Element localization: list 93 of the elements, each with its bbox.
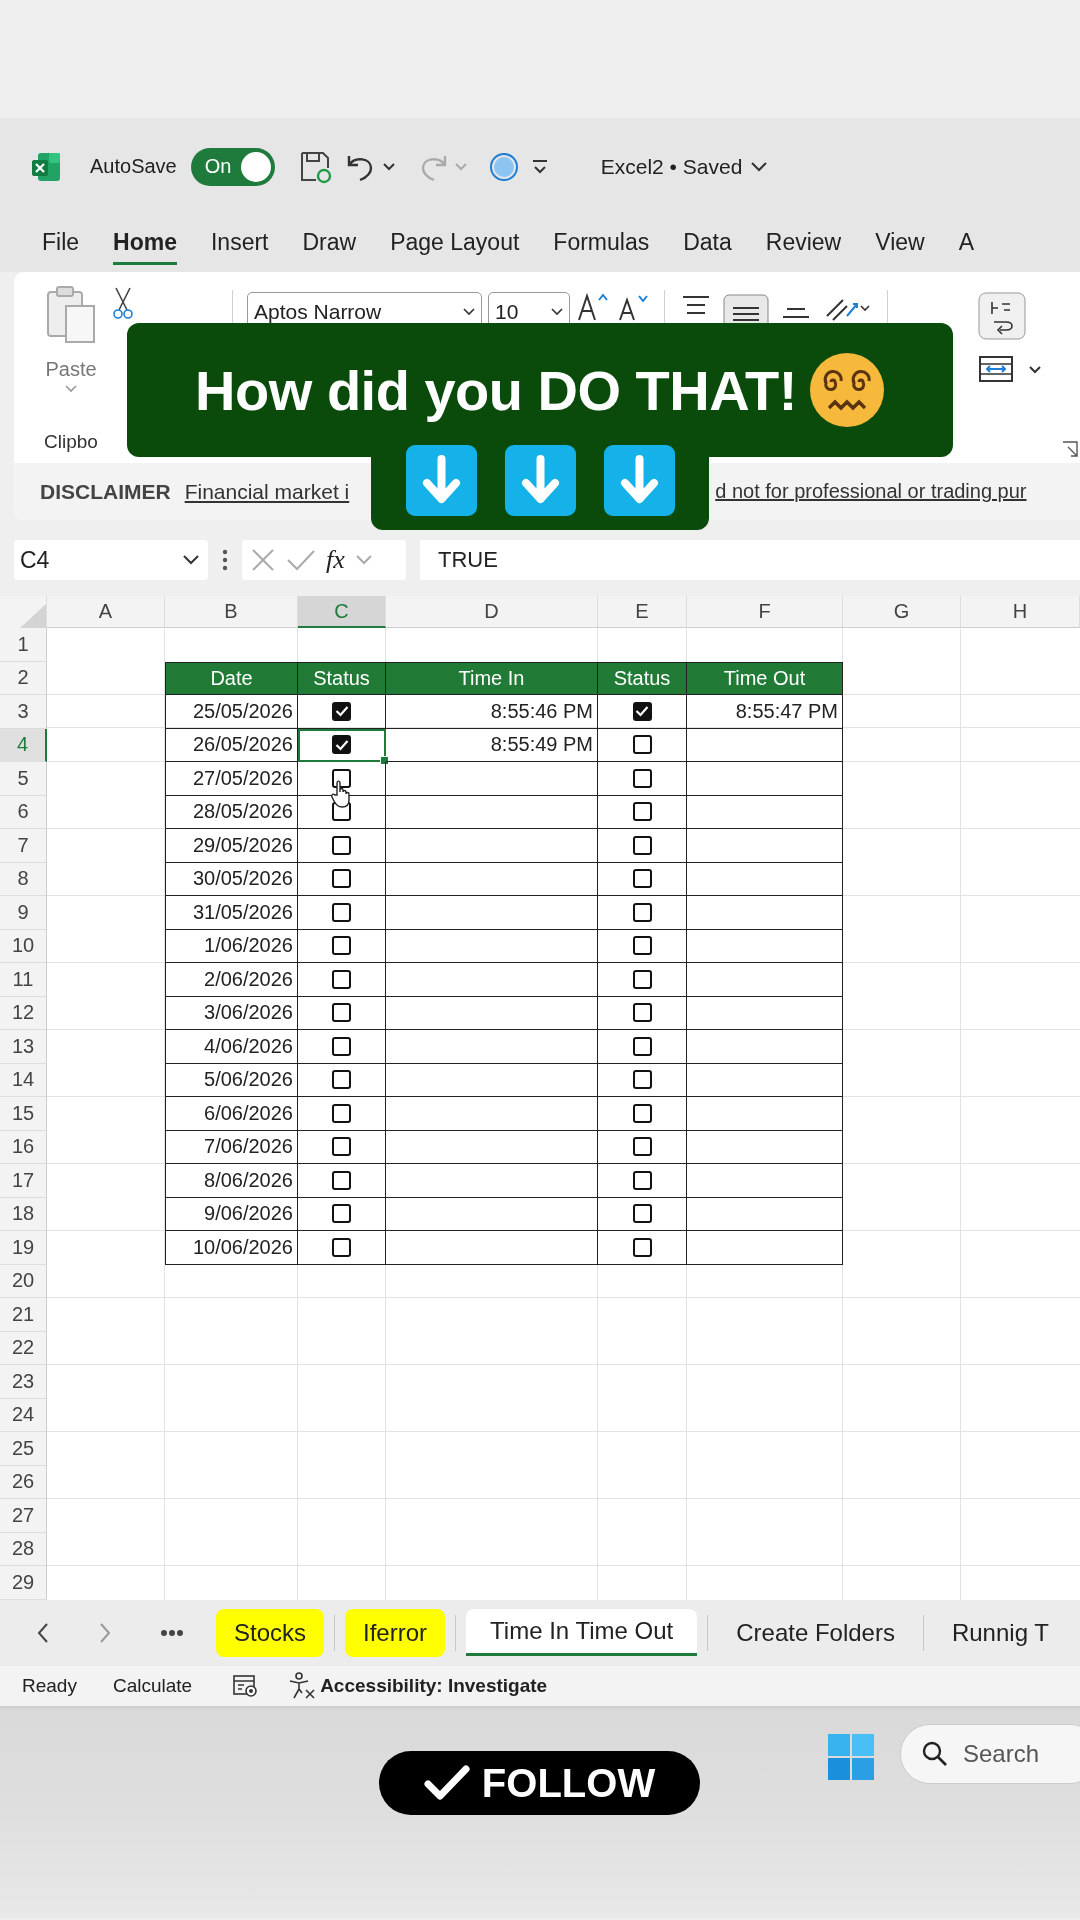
- row-header[interactable]: 1: [0, 628, 47, 662]
- row-header[interactable]: 20: [0, 1264, 47, 1298]
- row-header[interactable]: 18: [0, 1197, 47, 1231]
- ribbon-tab[interactable]: View: [875, 222, 925, 265]
- ribbon-tab[interactable]: Data: [683, 222, 732, 265]
- status-text: Ready: [22, 1674, 77, 1697]
- table-cell: 6/06/2026: [165, 1097, 298, 1131]
- row-header[interactable]: 27: [0, 1499, 47, 1533]
- sheet-tab[interactable]: Create Folders: [718, 1608, 913, 1657]
- row-header[interactable]: 26: [0, 1465, 47, 1499]
- ribbon-tab[interactable]: Draw: [302, 222, 357, 265]
- row-header[interactable]: 29: [0, 1566, 47, 1600]
- table-cell: 8:55:49 PM: [386, 728, 598, 762]
- row-header[interactable]: 28: [0, 1532, 47, 1566]
- table-cell: 4/06/2026: [165, 1030, 298, 1064]
- calculate-button[interactable]: Calculate: [112, 1674, 193, 1697]
- row-header[interactable]: 11: [0, 963, 47, 997]
- table-cell: 30/05/2026: [165, 862, 298, 896]
- sheet-tab[interactable]: Time In Time Out: [466, 1609, 698, 1656]
- row-header[interactable]: 17: [0, 1164, 47, 1198]
- headline: How did you DO THAT!: [195, 357, 797, 423]
- row-header[interactable]: 23: [0, 1365, 47, 1399]
- name-box[interactable]: C4: [14, 540, 208, 580]
- row-header[interactable]: 9: [0, 896, 47, 930]
- ribbon-tab[interactable]: Formulas: [553, 222, 650, 265]
- ribbon-tab[interactable]: Review: [765, 222, 842, 265]
- table-cell: 5/06/2026: [165, 1063, 298, 1097]
- column-header[interactable]: F: [687, 596, 843, 628]
- table-cell: 29/05/2026: [165, 829, 298, 863]
- column-heading: Status: [298, 661, 386, 695]
- row-header[interactable]: 6: [0, 795, 47, 829]
- column-heading: Status: [598, 661, 687, 695]
- ribbon-tab[interactable]: Home: [113, 222, 177, 265]
- column-header[interactable]: H: [961, 596, 1080, 628]
- sheet-tab[interactable]: Iferror: [345, 1608, 446, 1657]
- insert-function-button[interactable]: fx: [326, 545, 345, 575]
- table-cell: 27/05/2026: [165, 762, 298, 796]
- table-cell: 1/06/2026: [165, 929, 298, 963]
- row-header[interactable]: 16: [0, 1130, 47, 1164]
- row-header[interactable]: 7: [0, 829, 47, 863]
- ribbon-tab[interactable]: A: [958, 222, 974, 265]
- ribbon-tab[interactable]: File: [42, 222, 80, 265]
- table-cell: 8/06/2026: [165, 1164, 298, 1198]
- row-header[interactable]: 25: [0, 1432, 47, 1466]
- table-cell: 9/06/2026: [165, 1197, 298, 1231]
- table-cell: 31/05/2026: [165, 896, 298, 930]
- column-heading: Time In: [386, 661, 598, 695]
- table-cell: 28/05/2026: [165, 795, 298, 829]
- row-header[interactable]: 2: [0, 661, 47, 695]
- accessibility-status[interactable]: Accessibility: Investigate: [320, 1674, 548, 1697]
- row-header[interactable]: 13: [0, 1030, 47, 1064]
- disclaimer-label: DISCLAIMER: [40, 479, 171, 504]
- table-cell: 7/06/2026: [165, 1130, 298, 1164]
- autosave-toggle[interactable]: On: [190, 147, 275, 186]
- row-header[interactable]: 22: [0, 1331, 47, 1365]
- ribbon-tab[interactable]: Page Layout: [390, 222, 520, 265]
- column-header[interactable]: C: [298, 596, 386, 628]
- row-header[interactable]: 8: [0, 862, 47, 896]
- column-heading: Date: [165, 661, 298, 695]
- table-cell: 25/05/2026: [165, 695, 298, 729]
- document-title[interactable]: Excel2 • Saved: [600, 154, 743, 179]
- row-header[interactable]: 24: [0, 1398, 47, 1432]
- row-header[interactable]: 21: [0, 1298, 47, 1332]
- row-header[interactable]: 3: [0, 695, 47, 729]
- ribbon-tab[interactable]: Insert: [210, 222, 269, 265]
- row-header[interactable]: 15: [0, 1097, 47, 1131]
- row-header[interactable]: 19: [0, 1231, 47, 1265]
- table-cell: 2/06/2026: [165, 963, 298, 997]
- sheet-tab[interactable]: Stocks: [216, 1608, 325, 1657]
- follow-button[interactable]: FOLLOW: [379, 1751, 700, 1815]
- row-header[interactable]: 4: [0, 728, 47, 762]
- column-heading: Time Out: [687, 661, 843, 695]
- group-label: Clipbo: [44, 431, 99, 453]
- column-header[interactable]: D: [386, 596, 598, 628]
- column-header[interactable]: E: [598, 596, 687, 628]
- table-cell: 3/06/2026: [165, 996, 298, 1030]
- sheet-tab[interactable]: Runnig T: [933, 1608, 1067, 1657]
- table-cell: 8:55:47 PM: [687, 695, 843, 729]
- disclaimer-text: d not for professional or trading pur: [715, 480, 1027, 503]
- row-header[interactable]: 10: [0, 929, 47, 963]
- row-header[interactable]: 14: [0, 1063, 47, 1097]
- disclaimer-text: Financial market i: [184, 479, 350, 504]
- paste-label[interactable]: Paste: [45, 358, 97, 381]
- column-header[interactable]: G: [843, 596, 961, 628]
- table-cell: 10/06/2026: [165, 1231, 298, 1265]
- table-cell: 26/05/2026: [165, 728, 298, 762]
- row-header[interactable]: 12: [0, 996, 47, 1030]
- column-header[interactable]: A: [47, 596, 165, 628]
- table-cell: 8:55:46 PM: [386, 695, 598, 729]
- search-box[interactable]: Search: [900, 1723, 1080, 1784]
- formula-field[interactable]: TRUE: [420, 540, 1080, 580]
- row-header[interactable]: 5: [0, 762, 47, 796]
- autosave-label: AutoSave: [90, 155, 177, 178]
